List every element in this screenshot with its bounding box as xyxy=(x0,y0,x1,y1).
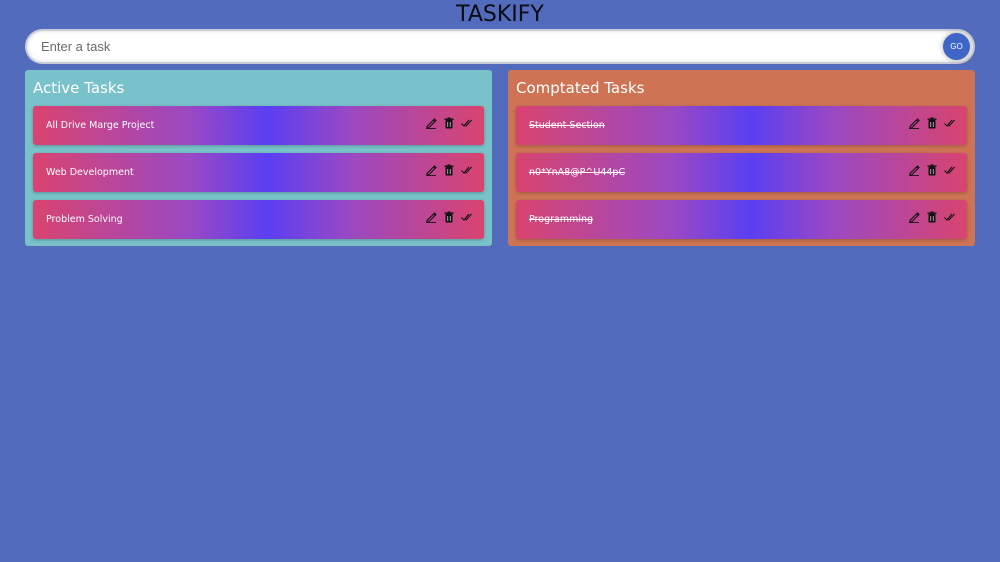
task-actions xyxy=(425,211,473,225)
task-actions xyxy=(908,164,956,178)
task-card: Problem Solving xyxy=(33,200,484,239)
edit-icon[interactable] xyxy=(425,211,437,223)
completed-tasks-title: Comptated Tasks xyxy=(516,79,645,97)
double-check-icon[interactable] xyxy=(461,211,473,223)
edit-icon[interactable] xyxy=(908,117,920,129)
active-tasks-title: Active Tasks xyxy=(33,79,125,97)
task-card: Web Development xyxy=(33,153,484,192)
edit-icon[interactable] xyxy=(425,117,437,129)
task-text: Programming xyxy=(529,214,594,225)
task-actions xyxy=(908,211,956,225)
trash-icon[interactable] xyxy=(443,164,455,176)
app-title: TASKIFY xyxy=(456,2,544,27)
task-text: Problem Solving xyxy=(46,214,123,225)
double-check-icon[interactable] xyxy=(461,164,473,176)
completed-tasks-panel: Comptated Tasks Student Section n0*YnA8@… xyxy=(508,70,975,246)
edit-icon[interactable] xyxy=(908,164,920,176)
trash-icon[interactable] xyxy=(443,117,455,129)
task-card: All Drive Marge Project xyxy=(33,106,484,145)
task-text: n0*YnA8@P^U44pC xyxy=(529,167,626,178)
task-actions xyxy=(425,117,473,131)
trash-icon[interactable] xyxy=(926,164,938,176)
edit-icon[interactable] xyxy=(425,164,437,176)
double-check-icon[interactable] xyxy=(944,164,956,176)
trash-icon[interactable] xyxy=(926,117,938,129)
trash-icon[interactable] xyxy=(443,211,455,223)
task-text: All Drive Marge Project xyxy=(46,120,155,131)
task-input[interactable] xyxy=(25,29,975,64)
taskify-app: TASKIFY GO Active Tasks All Drive Marge … xyxy=(0,0,1000,562)
task-card: Programming xyxy=(516,200,967,239)
task-text: Web Development xyxy=(46,167,134,178)
double-check-icon[interactable] xyxy=(944,211,956,223)
double-check-icon[interactable] xyxy=(461,117,473,129)
task-text: Student Section xyxy=(529,120,605,131)
go-button[interactable]: GO xyxy=(943,33,970,60)
task-actions xyxy=(425,164,473,178)
double-check-icon[interactable] xyxy=(944,117,956,129)
trash-icon[interactable] xyxy=(926,211,938,223)
edit-icon[interactable] xyxy=(908,211,920,223)
task-card: n0*YnA8@P^U44pC xyxy=(516,153,967,192)
task-input-form: GO xyxy=(25,29,975,64)
task-card: Student Section xyxy=(516,106,967,145)
task-actions xyxy=(908,117,956,131)
active-tasks-panel: Active Tasks All Drive Marge Project Web… xyxy=(25,70,492,246)
